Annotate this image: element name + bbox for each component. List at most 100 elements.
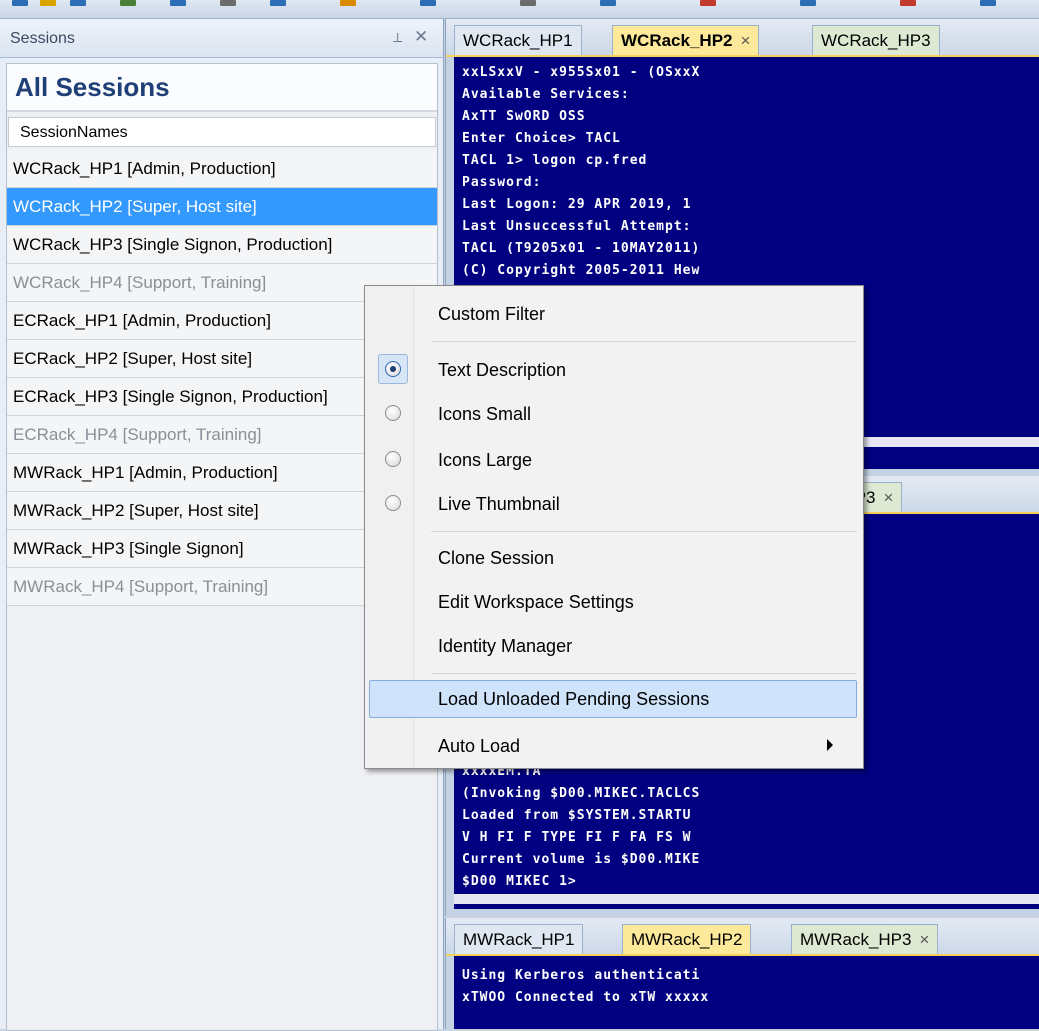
- radio-checked-icon: [385, 361, 401, 377]
- tab-wcrack-hp1[interactable]: WCRack_HP1: [454, 25, 582, 55]
- menu-item-custom-filter[interactable]: Custom Filter: [369, 295, 857, 333]
- tab-label: MWRack_HP3: [800, 930, 912, 949]
- submenu-arrow-icon: [827, 739, 833, 751]
- toolbar-icon[interactable]: [220, 0, 236, 6]
- terminal-line: (C) Copyright 2005-2011 Hew: [462, 263, 701, 278]
- panel-header: Sessions ⟂ ✕: [0, 19, 443, 58]
- terminal-line: TACL 1> logon cp.fred: [462, 153, 648, 168]
- menu-separator: [431, 531, 857, 532]
- session-item-label: MWRack_HP2 [Super, Host site]: [13, 501, 259, 520]
- tab-strip: WCRack_HP1 WCRack_HP2 × WCRack_HP3: [446, 19, 1039, 57]
- session-item-label: MWRack_HP1 [Admin, Production]: [13, 463, 278, 482]
- session-item-label: ECRack_HP1 [Admin, Production]: [13, 311, 271, 330]
- session-item-label: ECRack_HP3 [Single Signon, Production]: [13, 387, 328, 406]
- toolbar-icon[interactable]: [420, 0, 436, 6]
- session-item-label: WCRack_HP2 [Super, Host site]: [13, 197, 257, 216]
- radio-icon: [385, 495, 401, 511]
- pin-icon[interactable]: ⟂: [393, 29, 402, 46]
- terminal-screen[interactable]: Using Kerberos authenticati xTWOO Connect…: [454, 956, 1039, 1029]
- menu-item-clone-session[interactable]: Clone Session: [369, 539, 857, 577]
- menu-item-label: Edit Workspace Settings: [438, 592, 634, 612]
- tab-label: WCRack_HP1: [463, 31, 573, 50]
- tab-wcrack-hp3[interactable]: WCRack_HP3: [812, 25, 940, 55]
- radio-icon: [385, 451, 401, 467]
- tab-strip: MWRack_HP1 MWRack_HP2 MWRack_HP3 ×: [446, 918, 1039, 956]
- toolbar-icon[interactable]: [170, 0, 186, 6]
- toolbar-strip: [0, 0, 1039, 19]
- session-item-label: ECRack_HP2 [Super, Host site]: [13, 349, 253, 368]
- close-icon[interactable]: ×: [919, 930, 929, 949]
- tab-label: MWRack_HP1: [463, 930, 575, 949]
- toolbar-icon[interactable]: [800, 0, 816, 6]
- terminal-line: Last Logon: 29 APR 2019, 1: [462, 197, 692, 212]
- terminal-line: Available Services:: [462, 87, 630, 102]
- toolbar-icon[interactable]: [340, 0, 356, 6]
- close-icon[interactable]: ×: [741, 31, 751, 50]
- menu-item-icons-large[interactable]: Icons Large: [369, 441, 857, 479]
- terminal-line: Current volume is $D00.MIKE: [462, 852, 701, 867]
- menu-item-label: Auto Load: [438, 736, 521, 756]
- menu-item-label: Icons Large: [438, 450, 533, 470]
- terminal-status-bar: [454, 894, 1039, 904]
- session-item-label: MWRack_HP4 [Support, Training]: [13, 577, 269, 596]
- menu-item-text-description[interactable]: Text Description: [369, 351, 857, 389]
- menu-separator: [431, 341, 857, 342]
- radio-icon: [385, 405, 401, 421]
- all-sessions-header[interactable]: All Sessions: [7, 64, 437, 112]
- terminal-line: TACL (T9205x01 - 10MAY2011): [462, 241, 701, 256]
- session-item-label: MWRack_HP3 [Single Signon]: [13, 539, 244, 558]
- tab-mwrack-hp1[interactable]: MWRack_HP1: [454, 924, 584, 954]
- toolbar-icon[interactable]: [270, 0, 286, 6]
- menu-item-live-thumbnail[interactable]: Live Thumbnail: [369, 485, 857, 523]
- terminal-line: Loaded from $SYSTEM.STARTU: [462, 808, 692, 823]
- menu-item-label: Live Thumbnail: [438, 494, 560, 514]
- session-item[interactable]: WCRack_HP1 [Admin, Production]: [7, 150, 437, 188]
- terminal-line: V H FI F TYPE FI F FA FS W: [462, 830, 692, 845]
- toolbar-icon[interactable]: [40, 0, 56, 6]
- terminal-line: Enter Choice> TACL: [462, 131, 621, 146]
- context-menu: Custom Filter Text Description Icons Sma…: [364, 285, 864, 769]
- toolbar-icon[interactable]: [70, 0, 86, 6]
- terminal-line: (Invoking $D00.MIKEC.TACLCS: [462, 786, 701, 801]
- session-item-label: WCRack_HP4 [Support, Training]: [13, 273, 267, 292]
- toolbar-icon[interactable]: [900, 0, 916, 6]
- menu-item-auto-load[interactable]: Auto Load: [369, 727, 857, 765]
- menu-separator: [431, 673, 857, 674]
- menu-item-icons-small[interactable]: Icons Small: [369, 395, 857, 433]
- session-item-label: WCRack_HP1 [Admin, Production]: [13, 159, 276, 178]
- session-item-label: WCRack_HP3 [Single Signon, Production]: [13, 235, 333, 254]
- menu-item-identity-manager[interactable]: Identity Manager: [369, 627, 857, 665]
- panel-title: Sessions: [10, 30, 75, 47]
- session-item[interactable]: WCRack_HP2 [Super, Host site]: [7, 188, 437, 226]
- menu-item-label: Icons Small: [438, 404, 532, 424]
- column-header-label: SessionNames: [20, 124, 128, 141]
- tab-wcrack-hp2[interactable]: WCRack_HP2 ×: [612, 25, 760, 55]
- tab-mwrack-hp2[interactable]: MWRack_HP2: [622, 924, 752, 954]
- close-icon[interactable]: ×: [884, 488, 894, 507]
- group-title: All Sessions: [15, 72, 170, 102]
- tab-label: MWRack_HP2: [631, 930, 743, 949]
- toolbar-icon[interactable]: [120, 0, 136, 6]
- menu-item-label: Text Description: [438, 360, 567, 380]
- tab-label: WCRack_HP3: [821, 31, 931, 50]
- terminal-line: AxTT SwORD OSS: [462, 109, 586, 124]
- terminal-line: Last Unsuccessful Attempt:: [462, 219, 692, 234]
- close-icon[interactable]: ✕: [414, 27, 428, 47]
- terminal-line: xxLSxxV - x955Sx01 - (OSxxX: [462, 65, 701, 80]
- menu-item-label: Load Unloaded Pending Sessions: [438, 689, 710, 709]
- tab-label: WCRack_HP2: [621, 31, 733, 50]
- toolbar-icon[interactable]: [700, 0, 716, 6]
- menu-item-edit-workspace-settings[interactable]: Edit Workspace Settings: [369, 583, 857, 621]
- menu-item-load-unloaded[interactable]: Load Unloaded Pending Sessions: [369, 680, 857, 718]
- tab-mwrack-hp3[interactable]: MWRack_HP3 ×: [791, 924, 939, 954]
- terminal-line: $D00 MIKEC 1>: [462, 874, 577, 889]
- terminal-line: Password:: [462, 175, 542, 190]
- terminal-doc-mwrack: MWRack_HP1 MWRack_HP2 MWRack_HP3 × Using …: [445, 918, 1039, 1029]
- column-header[interactable]: SessionNames: [8, 117, 436, 147]
- toolbar-icon[interactable]: [12, 0, 28, 6]
- toolbar-icon[interactable]: [600, 0, 616, 6]
- toolbar-icon[interactable]: [980, 0, 996, 6]
- session-item[interactable]: WCRack_HP3 [Single Signon, Production]: [7, 226, 437, 264]
- toolbar-icon[interactable]: [520, 0, 536, 6]
- terminal-line: xTWOO Connected to xTW xxxxx: [462, 990, 710, 1005]
